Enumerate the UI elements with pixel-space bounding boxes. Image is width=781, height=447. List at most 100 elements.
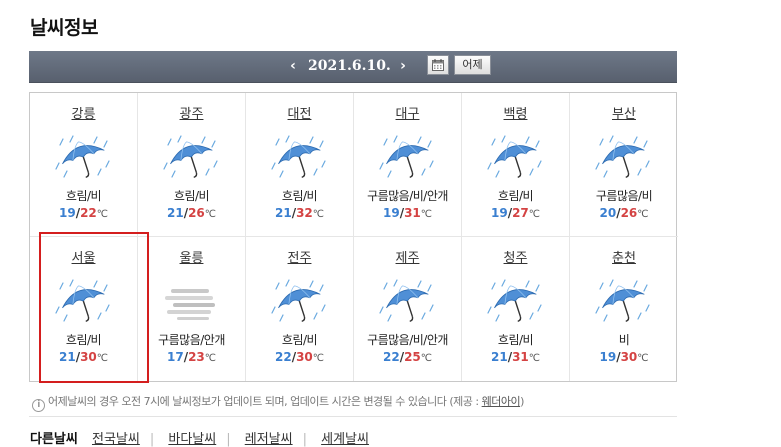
- next-date-arrow[interactable]: ›: [396, 56, 410, 76]
- min-temp: 19: [382, 206, 400, 220]
- notice-suffix: ): [520, 395, 524, 408]
- temperature-range: 22/30℃: [246, 350, 353, 364]
- tab-other-weather[interactable]: 다른날씨: [30, 432, 78, 447]
- max-temp: 30: [80, 350, 97, 364]
- min-temp: 19: [599, 350, 617, 364]
- temp-unit: ℃: [637, 353, 649, 364]
- min-temp: 21: [58, 350, 76, 364]
- weather-cell: 청주 흐림/비 21/31℃: [462, 237, 570, 381]
- temp-unit: ℃: [528, 353, 541, 364]
- tab-national-weather[interactable]: 전국날씨: [92, 432, 140, 447]
- calendar-icon: [432, 59, 444, 71]
- city-link[interactable]: 대구: [354, 103, 461, 122]
- temp-unit: ℃: [312, 209, 325, 220]
- weather-condition: 흐림/비: [281, 189, 318, 203]
- umbrella-rain-icon: [265, 133, 335, 183]
- min-temp: 21: [274, 206, 292, 220]
- umbrella-rain-icon: [265, 277, 335, 327]
- city-link[interactable]: 서울: [30, 247, 137, 266]
- umbrella-rain-icon: [589, 133, 659, 183]
- weather-condition: 흐림/비: [497, 333, 534, 347]
- temp-unit: ℃: [420, 353, 433, 364]
- prev-date-arrow[interactable]: ‹: [286, 56, 300, 76]
- city-link[interactable]: 부산: [570, 103, 678, 122]
- city-link[interactable]: 울릉: [138, 247, 245, 266]
- yesterday-button[interactable]: 어제: [454, 55, 491, 75]
- min-temp: 21: [166, 206, 184, 220]
- temp-unit: ℃: [204, 353, 217, 364]
- city-link[interactable]: 제주: [354, 247, 461, 266]
- current-date: 2021.6.10.: [308, 58, 391, 74]
- weather-cell: 광주 흐림/비 21/26℃: [138, 93, 246, 237]
- weather-condition: 비: [618, 333, 630, 347]
- temp-unit: ℃: [637, 209, 649, 220]
- temp-unit: ℃: [96, 353, 109, 364]
- min-temp: 19: [490, 206, 508, 220]
- min-temp: 17: [166, 350, 184, 364]
- max-temp: 31: [512, 350, 529, 364]
- temp-unit: ℃: [312, 353, 325, 364]
- max-temp: 31: [404, 206, 421, 220]
- temperature-range: 21/32℃: [246, 206, 353, 220]
- temp-unit: ℃: [204, 209, 217, 220]
- temp-unit: ℃: [420, 209, 433, 220]
- weather-cell: 대전 흐림/비 21/32℃: [246, 93, 354, 237]
- weather-condition: 구름많음/비: [595, 189, 653, 203]
- max-temp: 32: [296, 206, 313, 220]
- tab-sea-weather[interactable]: 바다날씨: [168, 432, 216, 447]
- weather-tabs: 다른날씨 전국날씨 | 바다날씨 | 레저날씨 | 세계날씨: [30, 432, 369, 447]
- city-link[interactable]: 백령: [462, 103, 569, 122]
- city-link[interactable]: 광주: [138, 103, 245, 122]
- umbrella-rain-icon: [373, 277, 443, 327]
- max-temp: 26: [620, 206, 638, 220]
- city-link[interactable]: 강릉: [30, 103, 137, 122]
- weather-cell: 울릉 구름많음/안개 17/23℃: [138, 237, 246, 381]
- weather-condition: 흐림/비: [281, 333, 318, 347]
- city-link[interactable]: 청주: [462, 247, 569, 266]
- umbrella-rain-icon: [481, 277, 551, 327]
- max-temp: 30: [296, 350, 313, 364]
- tab-leisure-weather[interactable]: 레저날씨: [245, 432, 293, 447]
- calendar-button[interactable]: [427, 55, 449, 75]
- notice-text: 어제날씨의 경우 오전 7시에 날씨정보가 업데이트 되며, 업데이트 시간은 …: [48, 395, 482, 408]
- temperature-range: 19/22℃: [30, 206, 137, 220]
- temperature-range: 19/27℃: [462, 206, 569, 220]
- weather-cell: 제주 구름많음/비/안개 22/25℃: [354, 237, 462, 381]
- weather-cell: 강릉 흐림/비 19/22℃: [30, 93, 138, 237]
- weather-condition: 흐림/비: [497, 189, 534, 203]
- min-temp: 22: [274, 350, 292, 364]
- umbrella-rain-icon: [49, 133, 119, 183]
- temp-unit: ℃: [96, 209, 109, 220]
- provider-link[interactable]: 웨더아이: [482, 395, 521, 408]
- weather-condition: 구름많음/안개: [158, 333, 225, 347]
- weather-condition: 흐림/비: [173, 189, 210, 203]
- city-link[interactable]: 전주: [246, 247, 353, 266]
- min-temp: 21: [490, 350, 508, 364]
- section-divider: [29, 416, 677, 417]
- temperature-range: 19/30℃: [570, 350, 678, 364]
- city-link[interactable]: 춘천: [570, 247, 678, 266]
- umbrella-rain-icon: [373, 133, 443, 183]
- tab-world-weather[interactable]: 세계날씨: [321, 432, 369, 447]
- max-temp: 30: [620, 350, 638, 364]
- max-temp: 22: [80, 206, 97, 220]
- weather-grid: 강릉 흐림/비 19/22℃ 광주 흐림/비 21/26℃ 대전 흐림/비 21…: [29, 92, 678, 382]
- temperature-range: 21/30℃: [30, 350, 137, 364]
- temperature-range: 21/26℃: [138, 206, 245, 220]
- weather-cell: 백령 흐림/비 19/27℃: [462, 93, 570, 237]
- min-temp: 20: [599, 206, 617, 220]
- city-link[interactable]: 대전: [246, 103, 353, 122]
- umbrella-rain-icon: [589, 277, 659, 327]
- umbrella-rain-icon: [157, 133, 227, 183]
- weather-condition: 구름많음/비/안개: [367, 333, 448, 347]
- max-temp: 26: [188, 206, 205, 220]
- weather-cell: 서울 흐림/비 21/30℃: [30, 237, 138, 381]
- max-temp: 27: [512, 206, 529, 220]
- temperature-range: 20/26℃: [570, 206, 678, 220]
- temperature-range: 19/31℃: [354, 206, 461, 220]
- weather-cell: 춘천 비 19/30℃: [570, 237, 678, 381]
- date-navigation-bar: ‹ 2021.6.10. › 어제: [29, 51, 677, 83]
- weather-cell: 부산 구름많음/비 20/26℃: [570, 93, 678, 237]
- temperature-range: 21/31℃: [462, 350, 569, 364]
- weather-condition: 흐림/비: [65, 189, 102, 203]
